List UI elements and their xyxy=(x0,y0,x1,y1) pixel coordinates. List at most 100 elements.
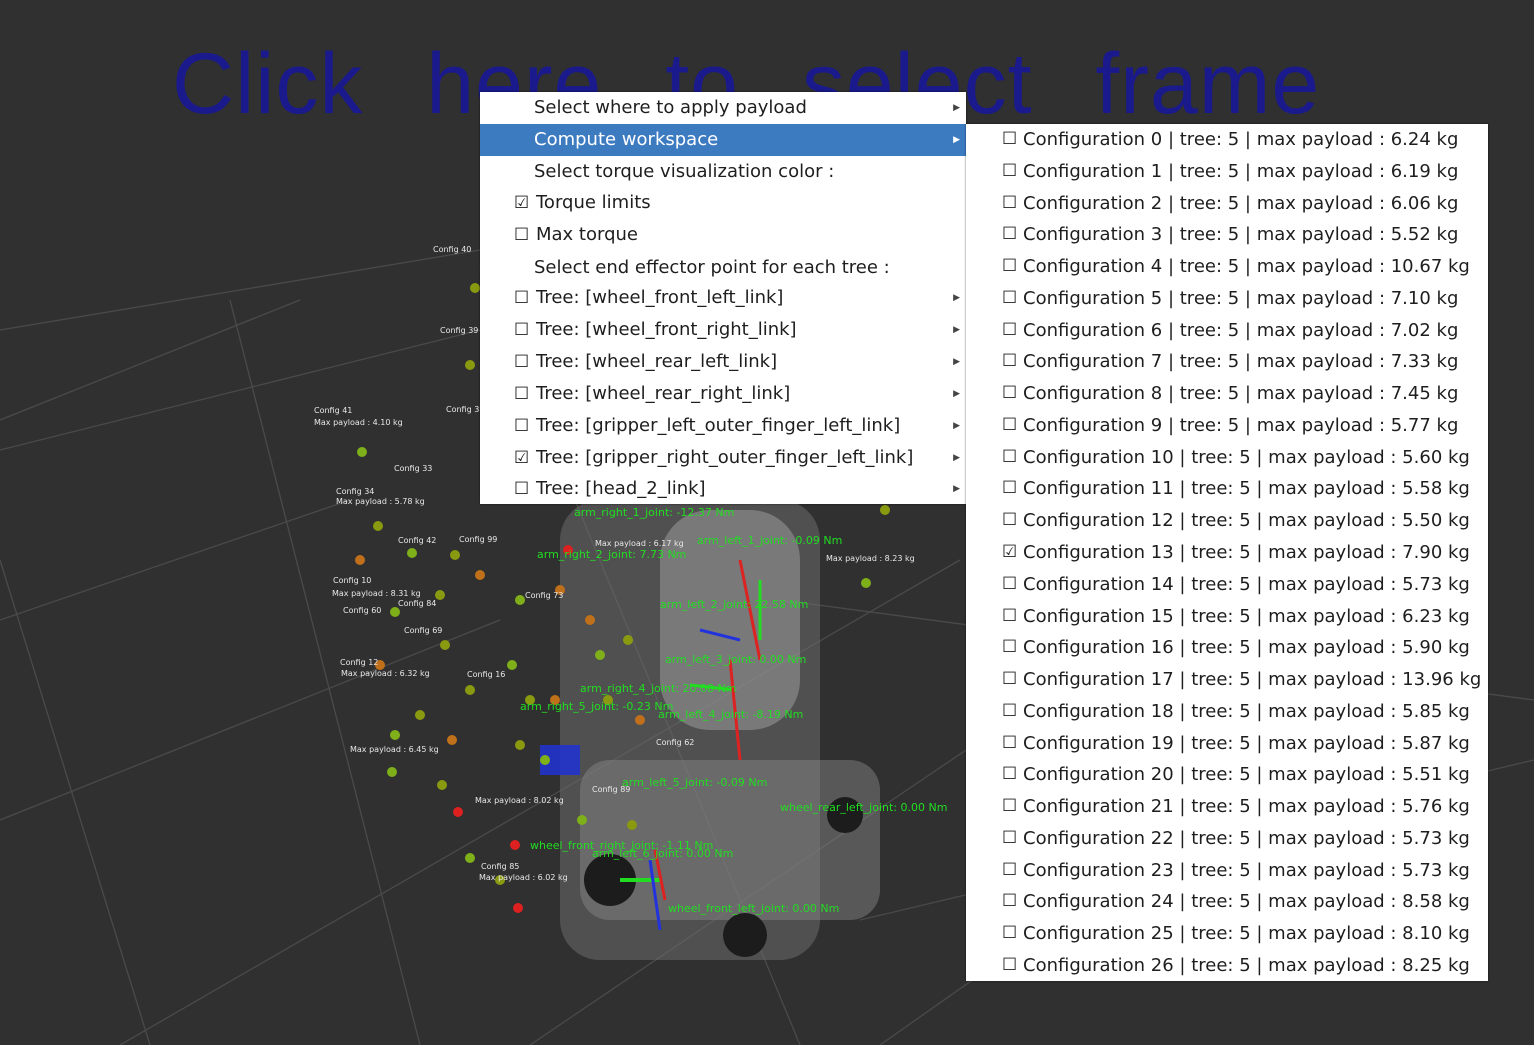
menu-item-3[interactable]: ☑ Torque limits xyxy=(480,187,966,219)
checkbox-icon[interactable]: ☐ xyxy=(1002,791,1017,822)
workspace-point xyxy=(390,607,400,617)
checkbox-icon[interactable]: ☐ xyxy=(1002,188,1017,219)
configuration-item[interactable]: ☐ Configuration 3 | tree: 5 | max payload… xyxy=(966,219,1488,251)
workspace-point xyxy=(627,820,637,830)
configuration-item[interactable]: ☐ Configuration 25 | tree: 5 | max payloa… xyxy=(966,918,1488,950)
checkbox-icon[interactable]: ☐ xyxy=(1002,315,1017,346)
checkbox-icon[interactable]: ☐ xyxy=(1002,283,1017,314)
configuration-item[interactable]: ☐ Configuration 17 | tree: 5 | max payloa… xyxy=(966,664,1488,696)
configuration-item[interactable]: ☐ Configuration 10 | tree: 5 | max payloa… xyxy=(966,442,1488,474)
configuration-label: Configuration 1 | tree: 5 | max payload … xyxy=(1023,160,1459,182)
scene-label: Config 41 xyxy=(314,406,352,415)
configuration-item[interactable]: ☐ Configuration 4 | tree: 5 | max payload… xyxy=(966,251,1488,283)
menu-item-7[interactable]: ☐ Tree: [wheel_front_right_link] ▶ xyxy=(480,314,966,346)
configuration-item[interactable]: ☐ Configuration 23 | tree: 5 | max payloa… xyxy=(966,855,1488,887)
configuration-item[interactable]: ☐ Configuration 22 | tree: 5 | max payloa… xyxy=(966,823,1488,855)
menu-item-2[interactable]: Select torque visualization color : xyxy=(480,156,966,188)
configuration-item[interactable]: ☐ Configuration 5 | tree: 5 | max payload… xyxy=(966,283,1488,315)
grid-line xyxy=(0,619,501,821)
configuration-item[interactable]: ☑ Configuration 13 | tree: 5 | max payloa… xyxy=(966,537,1488,569)
checkbox-icon[interactable]: ☐ xyxy=(514,282,529,314)
checkbox-icon[interactable]: ☐ xyxy=(1002,632,1017,663)
checkbox-icon[interactable]: ☑ xyxy=(514,187,529,219)
checkbox-icon[interactable]: ☐ xyxy=(1002,569,1017,600)
checkbox-icon[interactable]: ☐ xyxy=(1002,124,1017,155)
workspace-point xyxy=(415,710,425,720)
grid-line xyxy=(0,499,351,621)
checkbox-icon[interactable]: ☐ xyxy=(1002,601,1017,632)
scene-label: Max payload : 6.45 kg xyxy=(350,745,439,754)
checkbox-icon[interactable]: ☐ xyxy=(1002,251,1017,282)
configuration-item[interactable]: ☐ Configuration 12 | tree: 5 | max payloa… xyxy=(966,505,1488,537)
configuration-item[interactable]: ☐ Configuration 16 | tree: 5 | max payloa… xyxy=(966,632,1488,664)
menu-item-8[interactable]: ☐ Tree: [wheel_rear_left_link] ▶ xyxy=(480,346,966,378)
checkbox-icon[interactable]: ☐ xyxy=(514,219,529,251)
workspace-point xyxy=(513,903,523,913)
configuration-item[interactable]: ☐ Configuration 14 | tree: 5 | max payloa… xyxy=(966,569,1488,601)
grid-line xyxy=(0,249,481,331)
checkbox-icon[interactable]: ☐ xyxy=(1002,473,1017,504)
scene-label: arm_left_1_joint: -0.09 Nm xyxy=(697,534,842,547)
checkbox-icon[interactable]: ☐ xyxy=(1002,950,1017,981)
checkbox-icon[interactable]: ☐ xyxy=(514,473,529,505)
checkbox-icon[interactable]: ☑ xyxy=(1002,537,1017,568)
checkbox-icon[interactable]: ☐ xyxy=(1002,886,1017,917)
configuration-item[interactable]: ☐ Configuration 26 | tree: 5 | max payloa… xyxy=(966,950,1488,982)
menu-item-11[interactable]: ☑ Tree: [gripper_right_outer_finger_left_… xyxy=(480,442,966,474)
configuration-item[interactable]: ☐ Configuration 8 | tree: 5 | max payload… xyxy=(966,378,1488,410)
checkbox-icon[interactable]: ☐ xyxy=(1002,855,1017,886)
checkbox-icon[interactable]: ☐ xyxy=(514,346,529,378)
checkbox-icon[interactable]: ☐ xyxy=(1002,696,1017,727)
checkbox-icon[interactable]: ☐ xyxy=(514,314,529,346)
configuration-item[interactable]: ☐ Configuration 11 | tree: 5 | max payloa… xyxy=(966,473,1488,505)
checkbox-icon[interactable]: ☐ xyxy=(1002,505,1017,536)
checkbox-icon[interactable]: ☐ xyxy=(514,378,529,410)
workspace-point xyxy=(465,360,475,370)
workspace-point xyxy=(447,735,457,745)
menu-item-9[interactable]: ☐ Tree: [wheel_rear_right_link] ▶ xyxy=(480,378,966,410)
menu-item-12[interactable]: ☐ Tree: [head_2_link] ▶ xyxy=(480,473,966,505)
checkbox-icon[interactable]: ☐ xyxy=(1002,346,1017,377)
configuration-item[interactable]: ☐ Configuration 15 | tree: 5 | max payloa… xyxy=(966,601,1488,633)
menu-item-4[interactable]: ☐ Max torque xyxy=(480,219,966,251)
configuration-item[interactable]: ☐ Configuration 19 | tree: 5 | max payloa… xyxy=(966,728,1488,760)
scene-label: arm_left_2_joint: 22.58 Nm xyxy=(660,598,808,611)
configuration-item[interactable]: ☐ Configuration 18 | tree: 5 | max payloa… xyxy=(966,696,1488,728)
checkbox-icon[interactable]: ☐ xyxy=(1002,823,1017,854)
menu-item-0[interactable]: Select where to apply payload ▶ xyxy=(480,92,966,124)
workspace-point xyxy=(515,595,525,605)
scene-label: Max payload : 4.10 kg xyxy=(314,418,403,427)
checkbox-icon[interactable]: ☐ xyxy=(1002,759,1017,790)
configuration-item[interactable]: ☐ Configuration 2 | tree: 5 | max payload… xyxy=(966,188,1488,220)
checkbox-icon[interactable]: ☐ xyxy=(1002,156,1017,187)
scene-label: Config 10 xyxy=(333,576,371,585)
configuration-label: Configuration 21 | tree: 5 | max payload… xyxy=(1023,796,1470,818)
checkbox-icon[interactable]: ☐ xyxy=(1002,442,1017,473)
configuration-item[interactable]: ☐ Configuration 7 | tree: 5 | max payload… xyxy=(966,346,1488,378)
configuration-item[interactable]: ☐ Configuration 24 | tree: 5 | max payloa… xyxy=(966,886,1488,918)
menu-item-1[interactable]: Compute workspace ▶ xyxy=(480,124,966,156)
configuration-item[interactable]: ☐ Configuration 0 | tree: 5 | max payload… xyxy=(966,124,1488,156)
checkbox-icon[interactable]: ☐ xyxy=(1002,410,1017,441)
configuration-item[interactable]: ☐ Configuration 9 | tree: 5 | max payload… xyxy=(966,410,1488,442)
checkbox-icon[interactable]: ☐ xyxy=(1002,219,1017,250)
configuration-item[interactable]: ☐ Configuration 6 | tree: 5 | max payload… xyxy=(966,315,1488,347)
checkbox-icon[interactable]: ☐ xyxy=(1002,918,1017,949)
configuration-item[interactable]: ☐ Configuration 20 | tree: 5 | max payloa… xyxy=(966,759,1488,791)
configuration-label: Configuration 25 | tree: 5 | max payload… xyxy=(1023,923,1470,945)
checkbox-icon[interactable]: ☑ xyxy=(514,442,529,474)
menu-item-6[interactable]: ☐ Tree: [wheel_front_left_link] ▶ xyxy=(480,282,966,314)
checkbox-icon[interactable]: ☐ xyxy=(514,410,529,442)
scene-label: Config 42 xyxy=(398,536,436,545)
checkbox-icon[interactable]: ☐ xyxy=(1002,728,1017,759)
menu-item-label: Tree: [wheel_rear_left_link] xyxy=(536,351,778,372)
configuration-item[interactable]: ☐ Configuration 1 | tree: 5 | max payload… xyxy=(966,156,1488,188)
configuration-label: Configuration 10 | tree: 5 | max payload… xyxy=(1023,446,1470,468)
checkbox-icon[interactable]: ☐ xyxy=(1002,664,1017,695)
menu-item-10[interactable]: ☐ Tree: [gripper_left_outer_finger_left_l… xyxy=(480,410,966,442)
configuration-item[interactable]: ☐ Configuration 21 | tree: 5 | max payloa… xyxy=(966,791,1488,823)
menu-item-5[interactable]: Select end effector point for each tree … xyxy=(480,252,966,284)
checkbox-icon[interactable]: ☐ xyxy=(1002,378,1017,409)
scene-label: Config 84 xyxy=(398,599,436,608)
scene-label: Config 31 xyxy=(446,405,484,414)
